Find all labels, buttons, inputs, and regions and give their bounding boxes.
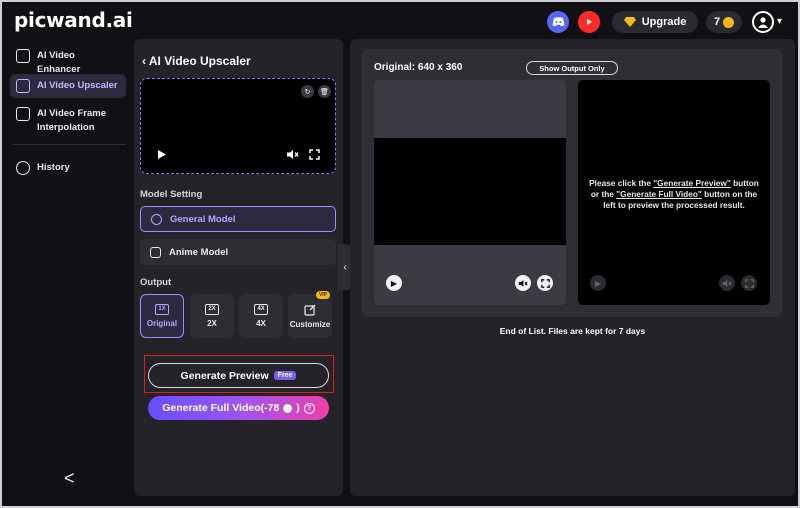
preview-area: Original: 640 x 360 Show Output Only ▶ P… — [350, 39, 795, 496]
output-4x[interactable]: 4X 4X — [239, 294, 283, 338]
model-setting-label: Model Setting — [140, 189, 203, 200]
generate-full-video-button[interactable]: Generate Full Video(-78 ) ? — [148, 396, 329, 420]
message-link-full: "Generate Full Video" — [616, 189, 702, 199]
mute-icon[interactable] — [286, 149, 299, 160]
collapse-sidebar-button[interactable]: < — [64, 468, 75, 489]
preview-instruction: Please click the "Generate Preview" butt… — [586, 178, 762, 211]
scale-2x-icon: 2X — [205, 304, 219, 315]
sidebar-item-upscaler[interactable]: AI Video Upscaler — [10, 74, 126, 98]
youtube-icon[interactable] — [578, 11, 600, 33]
output-video: Please click the "Generate Preview" butt… — [578, 80, 770, 305]
sidebar-item-label: AI Video Frame Interpolation — [37, 108, 106, 133]
vip-badge: VIP — [315, 291, 330, 299]
output-label-text: Customize — [289, 319, 331, 329]
avatar[interactable] — [752, 11, 774, 33]
top-header: picwand.ai Upgrade 7 ▾ — [2, 2, 798, 40]
chevron-down-icon[interactable]: ▾ — [777, 16, 782, 27]
chevron-left-icon: ‹ — [142, 54, 149, 68]
logo-text: picwand — [14, 8, 106, 32]
generate-full-label: Generate Full Video(-78 — [162, 402, 280, 414]
logo-suffix: ai — [112, 8, 133, 32]
sidebar-item-history[interactable]: History — [10, 156, 126, 180]
sidebar-item-label: History — [37, 162, 70, 173]
comparison-card: Original: 640 x 360 Show Output Only ▶ P… — [362, 49, 782, 317]
history-icon — [16, 161, 30, 175]
upscale-icon — [16, 79, 30, 93]
model-label: Anime Model — [169, 246, 229, 258]
output-original[interactable]: 1X Original — [140, 294, 184, 338]
mute-icon — [719, 275, 735, 291]
coin-count: 7 — [713, 16, 721, 28]
generate-full-suffix: ) — [296, 402, 300, 414]
scale-1x-icon: 1X — [155, 304, 169, 315]
free-badge: Free — [273, 371, 297, 380]
sidebar-item-label: AI Video Enhancer — [37, 50, 81, 75]
end-of-list-note: End of List. Files are kept for 7 days — [499, 326, 646, 336]
coin-balance[interactable]: 7 — [706, 11, 742, 33]
settings-panel: ‹ AI Video Upscaler ↻ 🗑 Model Setting Ge… — [134, 39, 343, 496]
general-model-icon — [151, 213, 162, 225]
show-output-only-button[interactable]: Show Output Only — [526, 61, 618, 75]
sidebar-divider — [12, 144, 126, 145]
play-icon[interactable]: ▶ — [386, 275, 402, 291]
frame-icon — [16, 107, 30, 121]
logo-dot: . — [105, 8, 113, 32]
back-button[interactable]: ‹ AI Video Upscaler — [142, 54, 251, 68]
edit-icon — [304, 304, 316, 316]
panel-title: AI Video Upscaler — [148, 54, 251, 68]
play-icon[interactable] — [157, 149, 167, 160]
output-customize[interactable]: VIP Customize — [288, 291, 332, 338]
anime-model-icon — [150, 246, 161, 258]
message-link-preview: "Generate Preview" — [653, 178, 731, 188]
chevron-left-icon: ‹ — [343, 261, 347, 273]
upgrade-button[interactable]: Upgrade — [612, 11, 698, 33]
discord-icon[interactable] — [547, 11, 569, 33]
scale-4x-icon: 4X — [254, 304, 268, 315]
user-icon — [758, 17, 768, 28]
model-label: General Model — [170, 213, 236, 225]
original-resolution-label: Original: 640 x 360 — [374, 62, 463, 73]
logo[interactable]: picwand.ai — [14, 8, 133, 32]
play-icon: ▶ — [590, 275, 606, 291]
output-label-text: 4X — [256, 319, 266, 328]
output-2x[interactable]: 2X 2X — [190, 294, 234, 338]
diamond-icon — [623, 17, 636, 27]
video-frame — [374, 138, 566, 245]
enhance-icon — [16, 49, 30, 63]
original-video[interactable]: ▶ — [374, 80, 566, 305]
message-prefix: Please click the — [589, 178, 654, 188]
fullscreen-icon[interactable] — [309, 149, 320, 160]
replace-icon[interactable]: ↻ — [301, 85, 314, 98]
output-label-text: Original — [146, 319, 178, 328]
sidebar-item-label: AI Video Upscaler — [37, 80, 118, 91]
output-label-text: 2X — [207, 319, 217, 328]
trash-icon[interactable]: 🗑 — [318, 85, 331, 98]
sidebar: AI Video Enhancer AI Video Upscaler AI V… — [2, 40, 132, 506]
coin-icon — [723, 16, 735, 28]
mute-icon[interactable] — [515, 275, 531, 291]
coin-icon — [283, 403, 293, 413]
generate-preview-label: Generate Preview — [180, 369, 269, 382]
general-model-option[interactable]: General Model — [140, 206, 336, 232]
upgrade-label: Upgrade — [641, 16, 687, 28]
video-upload-area[interactable]: ↻ 🗑 — [140, 78, 336, 174]
anime-model-option[interactable]: Anime Model — [140, 239, 336, 265]
fullscreen-icon[interactable] — [537, 275, 553, 291]
help-icon[interactable]: ? — [303, 402, 315, 414]
fullscreen-icon — [741, 275, 757, 291]
sidebar-item-frame-interpolation[interactable]: AI Video Frame Interpolation — [10, 102, 122, 140]
generate-preview-button[interactable]: Generate Preview Free — [148, 363, 329, 388]
output-label: Output — [140, 277, 172, 288]
